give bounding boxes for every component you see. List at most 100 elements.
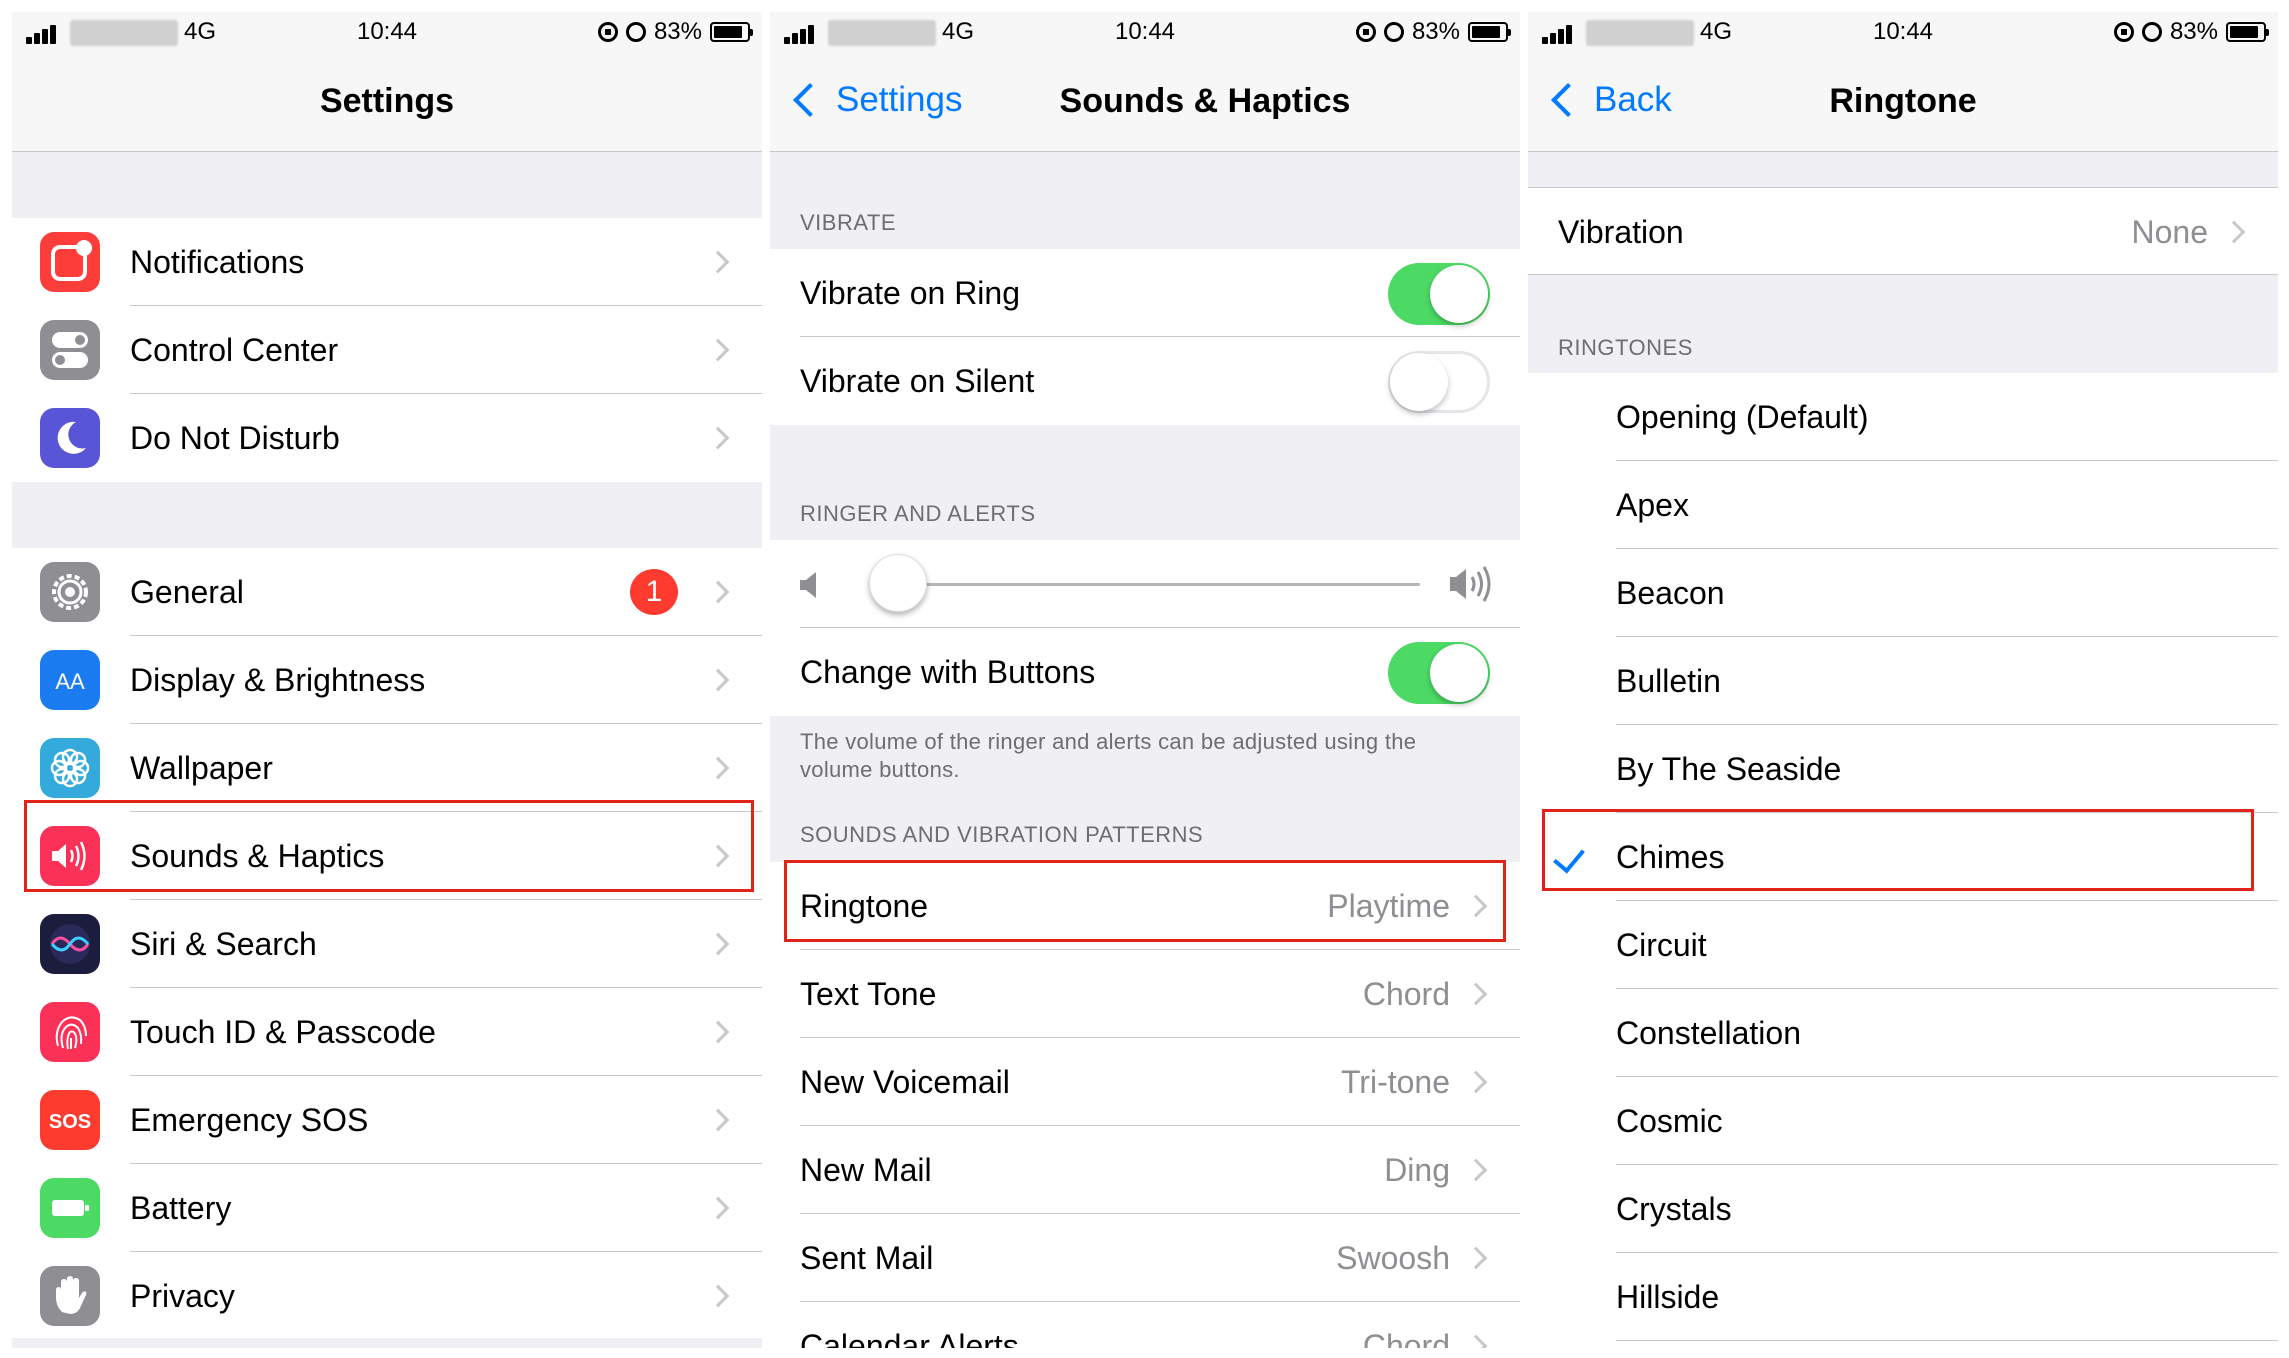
settings-row-battery[interactable]: Battery [12,1164,762,1252]
toggle-knob [1430,644,1488,702]
page-title: Settings [319,82,455,120]
pattern-row-calendar-alerts[interactable]: Calendar Alerts Chord [770,1302,1520,1348]
toggle-knob [1390,353,1448,411]
section-gap: The volume of the ringer and alerts can … [770,716,1520,862]
settings-row-general[interactable]: General 1 [12,548,762,636]
section-gap: VIBRATE [770,152,1520,249]
section-gap [12,1338,762,1348]
chevron-left-icon [793,83,827,117]
row-label: New Mail [800,1152,932,1188]
chevron-right-icon [1464,1334,1488,1348]
row-label: Cosmic [1616,1103,1723,1139]
row-value: Swoosh [1336,1240,1450,1276]
row-label: Wallpaper [130,750,273,786]
row-label: Sent Mail [800,1240,934,1276]
vibration-row[interactable]: Vibration None [1528,187,2278,275]
ringtone-row-apex[interactable]: Apex [1528,461,2278,549]
settings-row-emergency-sos[interactable]: SOS Emergency SOS [12,1076,762,1164]
pattern-row-new-mail[interactable]: New Mail Ding [770,1126,1520,1214]
ringtone-row-cosmic[interactable]: Cosmic [1528,1077,2278,1165]
alarm-icon [625,22,646,42]
orientation-lock-icon [597,22,618,42]
chevron-right-icon [1464,1246,1488,1270]
siri-icon [40,914,100,974]
chevron-right-icon [2222,220,2246,244]
pattern-row-sent-mail[interactable]: Sent Mail Swoosh [770,1214,1520,1302]
settings-row-wallpaper[interactable]: Wallpaper [12,724,762,812]
ringtone-row-hillside[interactable]: Hillside [1528,1253,2278,1341]
settings-row-control-center[interactable]: Control Center [12,306,762,394]
highlight-ringtone [784,860,1506,942]
highlight-sounds-haptics [24,800,754,892]
battery-status-icon [710,22,753,42]
section-gap [12,152,762,218]
svg-text:AA: AA [55,669,85,694]
row-label: Change with Buttons [800,654,1096,690]
fingerprint-icon [40,1002,100,1062]
settings-row-privacy[interactable]: Privacy [12,1252,762,1340]
section-header-ringtones: RINGTONES [1558,335,1693,360]
row-label: Beacon [1616,575,1725,611]
pattern-row-text-tone[interactable]: Text Tone Chord [770,950,1520,1038]
battery-percent: 83% [2169,18,2218,45]
notification-badge: 1 [630,569,678,615]
alarm-icon [2141,22,2162,42]
row-label: Display & Brightness [130,662,426,698]
page-title: Ringtone [1829,82,1977,120]
settings-row-notifications[interactable]: Notifications [12,218,762,306]
ringtone-row-constellation[interactable]: Constellation [1528,989,2278,1077]
settings-row-siri-search[interactable]: Siri & Search [12,900,762,988]
ringtone-row-by-the-seaside[interactable]: By The Seaside [1528,725,2278,813]
status-bar: 4G 10:44 83% [1528,12,2278,52]
change-with-buttons-row: Change with Buttons [770,628,1520,716]
status-bar: 4G 10:44 83% [770,12,1520,52]
row-label: Apex [1616,487,1689,523]
row-label: Hillside [1616,1279,1720,1315]
chevron-right-icon [706,756,730,780]
section-header-patterns: SOUNDS AND VIBRATION PATTERNS [800,822,1204,847]
vibrate-on-ring-toggle[interactable] [1388,263,1490,325]
settings-row-touch-id-passcode[interactable]: Touch ID & Passcode [12,988,762,1076]
row-label: General [130,574,244,610]
chevron-right-icon [706,250,730,274]
volume-high-icon [1450,566,1491,602]
row-label: By The Seaside [1616,751,1842,787]
ringtone-row-crystals[interactable]: Crystals [1528,1165,2278,1253]
change-with-buttons-toggle[interactable] [1388,642,1490,704]
ringtone-row-opening-default[interactable]: Opening (Default) [1528,373,2278,461]
vibrate-on-silent-row: Vibrate on Silent [770,337,1520,425]
row-label: Touch ID & Passcode [130,1014,436,1050]
battery-percent: 83% [1411,18,1460,45]
row-label: Constellation [1616,1015,1801,1051]
ringtone-row-circuit[interactable]: Circuit [1528,901,2278,989]
ringer-volume-track[interactable] [870,583,1420,586]
vibrate-on-silent-toggle[interactable] [1388,351,1490,413]
nav-bar: Back Ringtone [1528,52,2278,152]
svg-text:SOS: SOS [49,1111,91,1133]
row-label: Privacy [130,1278,235,1314]
highlight-chimes [1542,809,2254,891]
row-value: Tri-tone [1340,1064,1450,1100]
chevron-right-icon [706,1284,730,1308]
ringtone-row-beacon[interactable]: Beacon [1528,549,2278,637]
battery-status-icon [2226,22,2269,42]
orientation-lock-icon [2113,22,2134,42]
display-icon: AA [40,650,100,710]
row-label: Emergency SOS [130,1102,369,1138]
ringer-volume-slider-knob[interactable] [868,554,927,612]
notifications-icon [40,232,100,292]
pattern-row-new-voicemail[interactable]: New Voicemail Tri-tone [770,1038,1520,1126]
section-gap [12,482,762,548]
section-gap: RINGTONES [1528,275,2278,373]
nav-bar: Settings Sounds & Haptics [770,52,1520,152]
row-label: Calendar Alerts [800,1328,1019,1348]
chevron-right-icon [706,426,730,450]
settings-row-display-brightness[interactable]: AA Display & Brightness [12,636,762,724]
chevron-right-icon [1464,982,1488,1006]
chevron-right-icon [706,338,730,362]
settings-row-do-not-disturb[interactable]: Do Not Disturb [12,394,762,482]
separator [1616,1340,2278,1341]
vibrate-on-ring-row: Vibrate on Ring [770,249,1520,337]
ringtone-row-bulletin[interactable]: Bulletin [1528,637,2278,725]
row-label: Bulletin [1616,663,1721,699]
